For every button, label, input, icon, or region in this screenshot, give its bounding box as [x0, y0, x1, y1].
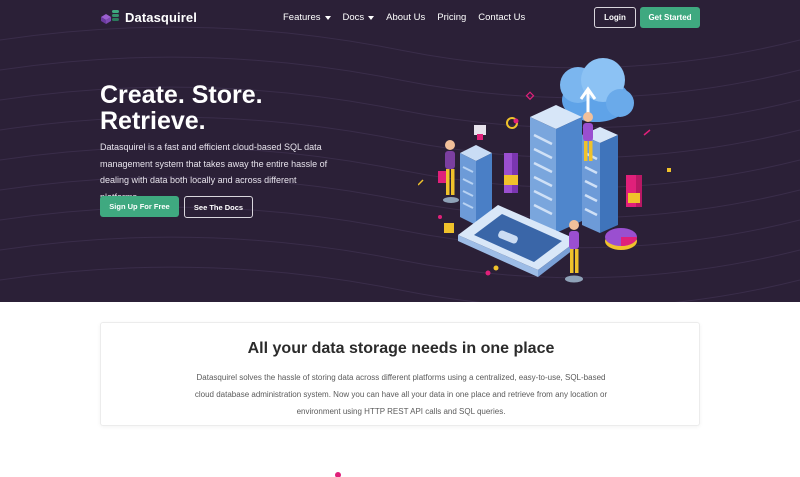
nav-docs-label: Docs: [342, 12, 365, 23]
nav-docs[interactable]: Docs: [343, 12, 375, 23]
chevron-down-icon: [368, 15, 375, 20]
server-rack-center: [530, 105, 618, 233]
feature-description: Datasquirel solves the hassle of storing…: [194, 373, 608, 416]
hero-section: Datasquirel Features Docs About Us Prici…: [0, 0, 800, 302]
pie-chart-icon: [605, 228, 637, 250]
chevron-down-icon: [324, 15, 331, 20]
nav-features-label: Features: [283, 12, 321, 23]
nav-features[interactable]: Features: [283, 12, 331, 23]
get-started-button[interactable]: Get Started: [640, 7, 700, 28]
nav-about-us-label: About Us: [386, 12, 426, 23]
server-rack-left: [460, 145, 492, 225]
hero-title-line1: Create. Store.: [100, 81, 263, 109]
top-navbar: Datasquirel Features Docs About Us Prici…: [0, 0, 800, 35]
main-nav: Features Docs About Us Pricing Contact U…: [283, 0, 537, 35]
hero-title-line2: Retrieve.: [100, 107, 206, 135]
nav-pricing[interactable]: Pricing: [437, 12, 466, 23]
nav-contact-us-label: Contact Us: [478, 12, 526, 23]
nav-about-us[interactable]: About Us: [386, 12, 425, 23]
nav-pricing-label: Pricing: [437, 12, 467, 23]
person-left: [438, 140, 459, 203]
login-button[interactable]: Login: [594, 7, 636, 28]
feature-card: All your data storage needs in one place…: [100, 322, 700, 426]
see-docs-button[interactable]: See The Docs: [184, 196, 253, 218]
sign-up-button[interactable]: Sign Up For Free: [100, 196, 179, 217]
brand-logo[interactable]: Datasquirel: [100, 9, 197, 25]
hero-title: Create. Store. Retrieve.: [100, 82, 360, 134]
nav-contact-us[interactable]: Contact Us: [478, 12, 525, 23]
feature-title: All your data storage needs in one place: [247, 340, 555, 357]
database-cube-icon: [101, 10, 119, 24]
brand-name: Datasquirel: [125, 9, 197, 25]
cloud-database-illustration: [418, 58, 671, 283]
decorative-dot: [335, 472, 341, 477]
